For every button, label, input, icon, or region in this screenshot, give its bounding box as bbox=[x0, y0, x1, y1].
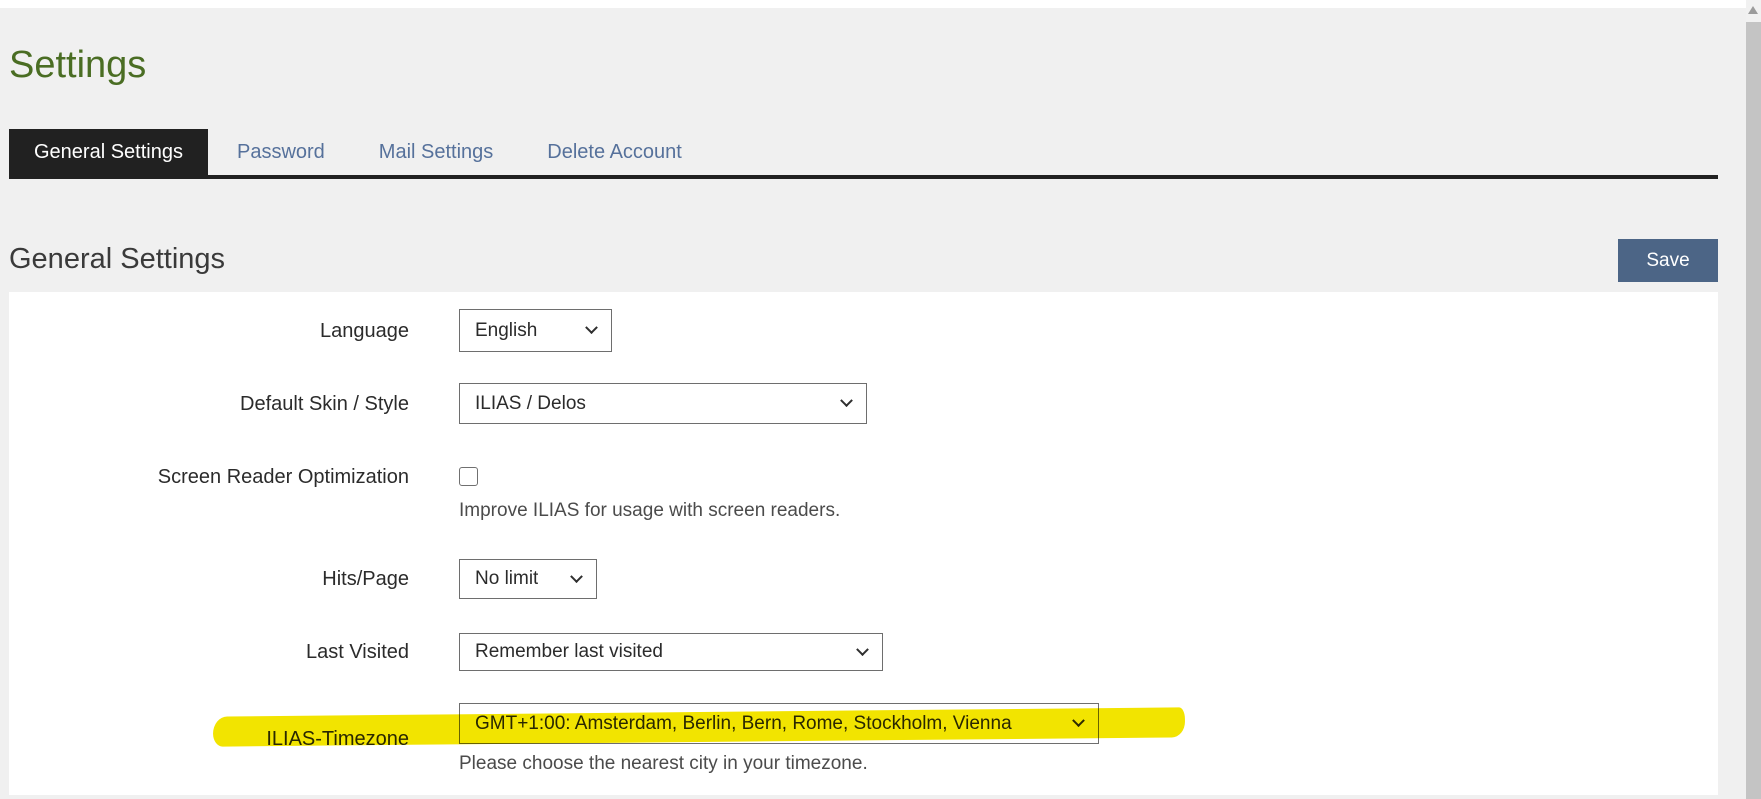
language-label: Language bbox=[9, 318, 409, 344]
save-button[interactable]: Save bbox=[1618, 239, 1718, 282]
general-settings-form-panel: Language English Default Skin / Style IL… bbox=[9, 292, 1718, 795]
form-row-default-skin-style: Default Skin / Style ILIAS / Delos bbox=[9, 383, 1718, 424]
default-skin-style-select-value: ILIAS / Delos bbox=[475, 393, 586, 415]
last-visited-label: Last Visited bbox=[9, 639, 409, 665]
language-select-value: English bbox=[475, 320, 537, 342]
ilias-timezone-select[interactable]: GMT+1:00: Amsterdam, Berlin, Bern, Rome,… bbox=[459, 703, 1099, 744]
chevron-down-icon bbox=[570, 570, 583, 583]
screen-reader-optimization-byline: Improve ILIAS for usage with screen read… bbox=[459, 501, 1718, 521]
chevron-down-icon bbox=[1072, 714, 1085, 727]
chevron-down-icon bbox=[585, 321, 598, 334]
tab-general-settings[interactable]: General Settings bbox=[9, 129, 208, 175]
hits-page-select[interactable]: No limit bbox=[459, 559, 597, 599]
chevron-down-icon bbox=[840, 394, 853, 407]
tab-password[interactable]: Password bbox=[212, 129, 350, 175]
ilias-timezone-byline: Please choose the nearest city in your t… bbox=[459, 754, 1718, 774]
form-row-screen-reader-optimization: Screen Reader Optimization Improve ILIAS… bbox=[9, 467, 1718, 521]
vertical-scrollbar[interactable] bbox=[1746, 0, 1761, 799]
hits-page-select-value: No limit bbox=[475, 568, 538, 590]
default-skin-style-select[interactable]: ILIAS / Delos bbox=[459, 383, 867, 424]
default-skin-style-label: Default Skin / Style bbox=[9, 391, 409, 417]
tab-delete-account[interactable]: Delete Account bbox=[522, 129, 707, 175]
tab-mail-settings[interactable]: Mail Settings bbox=[354, 129, 519, 175]
main-content: Settings General Settings Password Mail … bbox=[9, 8, 1718, 795]
section-header: General Settings Save bbox=[9, 237, 1718, 282]
settings-tabbar: General Settings Password Mail Settings … bbox=[9, 129, 1718, 179]
ilias-timezone-label: ILIAS-Timezone bbox=[9, 726, 409, 752]
screen-reader-optimization-label: Screen Reader Optimization bbox=[9, 467, 409, 487]
chevron-down-icon bbox=[856, 643, 869, 656]
ilias-timezone-select-value: GMT+1:00: Amsterdam, Berlin, Bern, Rome,… bbox=[475, 713, 1012, 735]
form-row-ilias-timezone: ILIAS-Timezone GMT+1:00: Amsterdam, Berl… bbox=[9, 703, 1718, 774]
scrollbar-thumb[interactable] bbox=[1746, 22, 1761, 799]
screen-reader-optimization-checkbox[interactable] bbox=[459, 467, 478, 486]
top-white-strip bbox=[0, 0, 1761, 8]
page-title: Settings bbox=[9, 45, 1718, 85]
hits-page-label: Hits/Page bbox=[9, 566, 409, 592]
last-visited-select[interactable]: Remember last visited bbox=[459, 633, 883, 671]
last-visited-select-value: Remember last visited bbox=[475, 641, 663, 663]
settings-page: Settings General Settings Password Mail … bbox=[0, 0, 1761, 799]
form-row-hits-page: Hits/Page No limit bbox=[9, 559, 1718, 599]
section-title: General Settings bbox=[9, 243, 225, 276]
form-row-language: Language English bbox=[9, 309, 1718, 352]
form-row-last-visited: Last Visited Remember last visited bbox=[9, 633, 1718, 671]
language-select[interactable]: English bbox=[459, 309, 612, 352]
scrollbar-up-icon[interactable] bbox=[1748, 6, 1758, 14]
